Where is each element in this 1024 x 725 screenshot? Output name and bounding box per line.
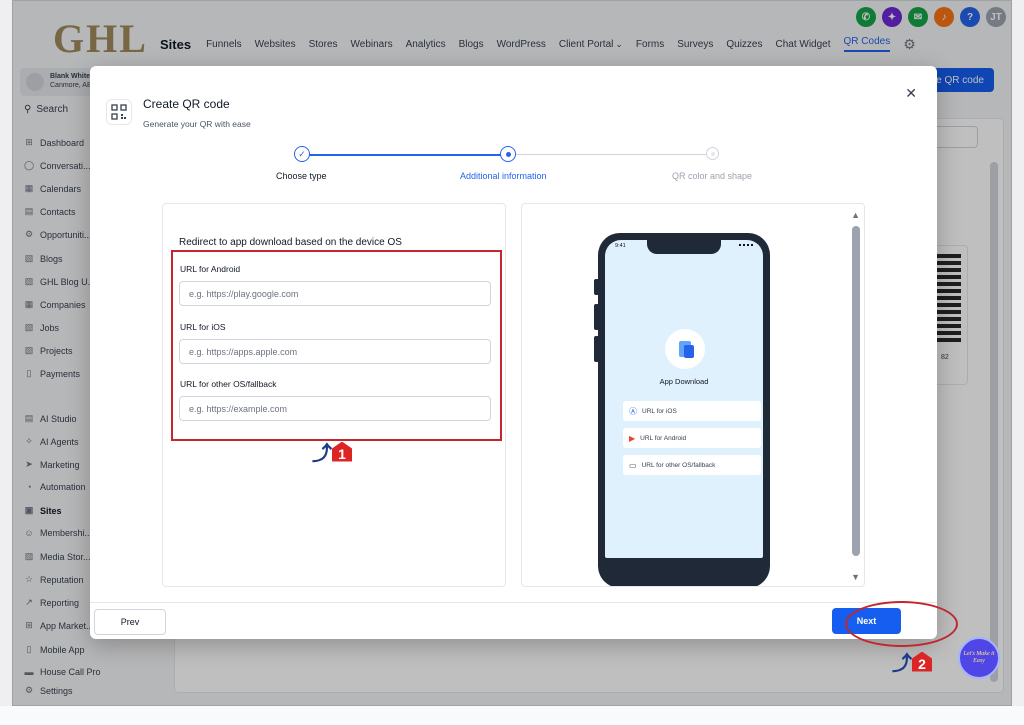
preview-link-label: URL for other OS/fallback [641,461,716,469]
stepper: ✓ Choose type Additional information QR … [240,146,800,186]
preview-link-label: URL for iOS [642,407,677,415]
battery-icon [739,244,753,248]
devices-icon: ▭ [629,460,637,470]
prev-button[interactable]: Prev [94,609,166,635]
highlight-box-fields [171,250,502,441]
app-download-title: App Download [659,377,709,386]
stepper-progress-line [302,154,507,156]
preview-link-ios: Ⓐ URL for iOS [623,401,761,421]
annotation-marker-2: ⤴ 2 [892,647,932,676]
play-store-icon: ▶ [629,433,636,443]
preview-link-label: URL for Android [640,434,687,442]
qr-code-icon [106,99,132,125]
bottom-strip [0,706,1024,725]
phone-screen: 9:41 App Download Ⓐ URL for iOS ▶ URL fo… [605,240,763,558]
marker-2-badge: 2 [912,651,932,672]
phone-time: 9:41 [615,243,626,249]
phone-notch [647,240,721,254]
step-3-label: QR color and shape [672,171,753,181]
preview-scrollbar[interactable] [852,226,860,556]
step-3-indicator [706,147,719,160]
app-download-icon [665,329,705,369]
highlight-ellipse-next [845,601,958,647]
modal-subtitle: Generate your QR with ease [143,119,251,129]
scroll-up-arrow-icon[interactable]: ▲ [851,210,860,220]
form-heading: Redirect to app download based on the de… [179,237,402,248]
scroll-down-arrow-icon[interactable]: ▼ [851,572,860,582]
preview-link-fallback: ▭ URL for other OS/fallback [623,455,761,475]
annotation-marker-1: ⤴ 1 [312,437,352,466]
curved-arrow-icon: ⤴ [312,443,332,465]
ios-store-icon: Ⓐ [629,406,637,416]
marker-1-badge: 1 [332,441,352,462]
modal-footer-divider [90,602,937,603]
step-2-label: Additional information [460,171,547,181]
modal-title: Create QR code [143,97,230,111]
step-1-label: Choose type [276,171,327,181]
help-widget-button[interactable]: Let's Make it Easy [958,637,1000,679]
phone-mockup: 9:41 App Download Ⓐ URL for iOS ▶ URL fo… [598,233,770,586]
close-icon[interactable]: ✕ [905,85,917,102]
step-2-indicator[interactable] [500,146,516,162]
create-qr-modal: Create QR code Generate your QR with eas… [90,66,937,639]
preview-link-android: ▶ URL for Android [623,428,761,448]
preview-panel: ▲ ▼ 9:41 App Download Ⓐ URL for iOS ▶ UR… [521,203,865,587]
step-1-check-icon[interactable]: ✓ [294,146,310,162]
stepper-pending-line [514,154,710,155]
curved-arrow-icon: ⤴ [892,653,912,675]
form-panel: Redirect to app download based on the de… [162,203,506,587]
